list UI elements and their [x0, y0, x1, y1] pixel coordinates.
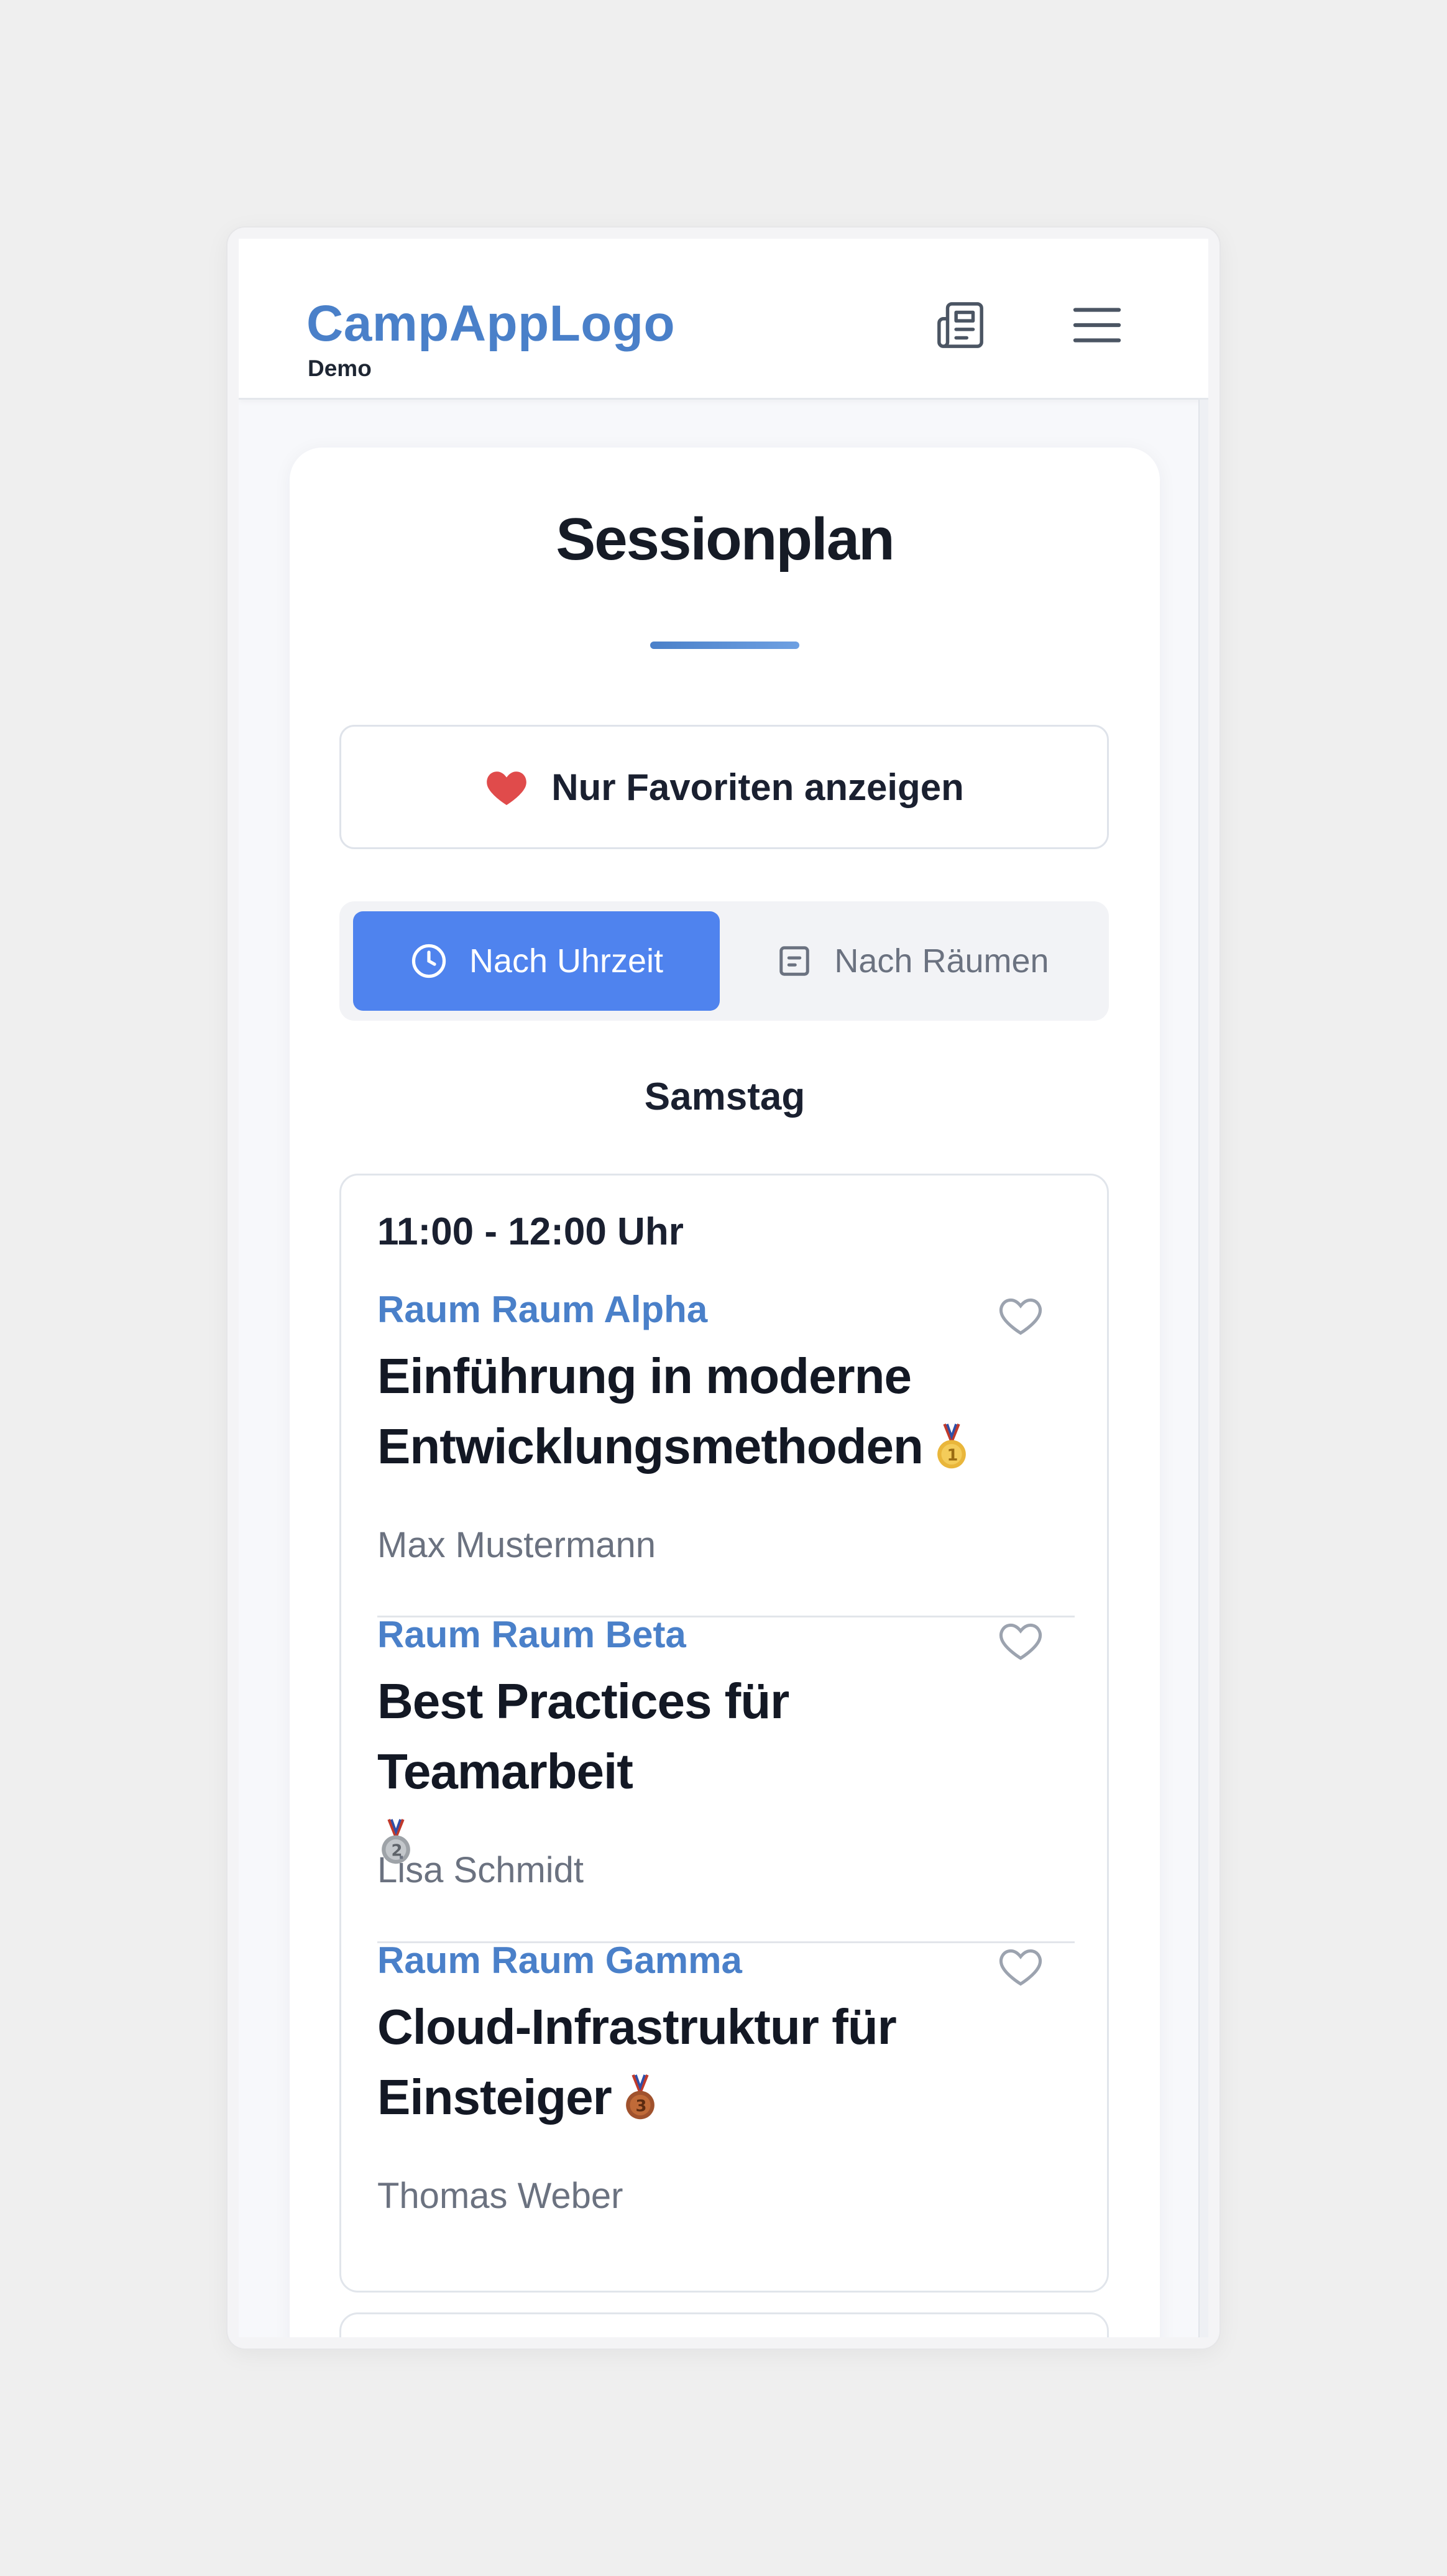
main-card: Sessionplan Nur Favoriten anzeigen Nach … [290, 448, 1160, 2337]
favorites-filter-button[interactable]: Nur Favoriten anzeigen [339, 725, 1109, 849]
time-slot: 11:00 - 12:00 Uhr Raum Raum Alpha Einfüh… [339, 1174, 1109, 2293]
session-room[interactable]: Raum Raum Beta [377, 1616, 686, 1654]
room-door-icon [779, 946, 810, 976]
day-heading: Samstag [644, 1075, 806, 1118]
session-speaker: Lisa Schmidt [377, 1850, 584, 1890]
session-title[interactable]: Cloud-Infrastruktur für Einsteiger 3 [377, 1992, 1049, 2132]
device-frame: CampAppLogo Demo Sessionplan Nur Favorit… [227, 228, 1220, 2348]
gold-medal-icon: 1 [937, 1424, 966, 1469]
view-toggle: Nach Uhrzeit Nach Räumen [339, 901, 1109, 1021]
session-room[interactable]: Raum Raum Gamma [377, 1942, 742, 1979]
news-button[interactable] [932, 297, 988, 353]
time-slot-label: 11:00 - 12:00 Uhr [377, 1210, 684, 1253]
heart-filled-icon [487, 771, 527, 806]
hamburger-menu-icon [1073, 308, 1121, 343]
time-slot-next [339, 2312, 1109, 2337]
session-title[interactable]: Einführung in moderne Entwicklungsmethod… [377, 1341, 1049, 1481]
svg-text:1: 1 [947, 1446, 957, 1465]
favorite-toggle[interactable] [993, 1938, 1049, 1994]
app-logo-subtitle: Demo [308, 356, 372, 381]
page-title: Sessionplan [556, 506, 895, 573]
app-screen: CampAppLogo Demo Sessionplan Nur Favorit… [239, 239, 1208, 2337]
favorites-filter-label: Nur Favoriten anzeigen [551, 766, 964, 808]
favorite-toggle[interactable] [993, 1612, 1049, 1668]
svg-text:3: 3 [635, 2097, 645, 2115]
session-room[interactable]: Raum Raum Alpha [377, 1291, 707, 1328]
scrollbar[interactable] [1198, 400, 1208, 2337]
toggle-by-room[interactable]: Nach Räumen [726, 911, 1099, 1011]
title-underline [650, 642, 799, 649]
top-bar: CampAppLogo Demo [239, 239, 1208, 400]
session-title-text: Einführung in moderne Entwicklungsmethod… [377, 1348, 924, 1474]
toggle-by-room-label: Nach Räumen [834, 942, 1049, 980]
session-speaker: Max Mustermann [377, 1525, 656, 1565]
toggle-by-time-label: Nach Uhrzeit [469, 942, 664, 980]
clock-icon [411, 944, 446, 978]
session-title[interactable]: Best Practices für Teamarbeit 2 [377, 1666, 1049, 1877]
heart-outline-icon [999, 1949, 1042, 1986]
newspaper-icon [937, 302, 983, 348]
heart-outline-icon [999, 1623, 1042, 1660]
session-speaker: Thomas Weber [377, 2176, 623, 2216]
menu-button[interactable] [1068, 297, 1126, 353]
favorite-toggle[interactable] [993, 1287, 1049, 1343]
heart-outline-icon [999, 1298, 1042, 1335]
toggle-by-time[interactable]: Nach Uhrzeit [353, 911, 720, 1011]
app-logo[interactable]: CampAppLogo [306, 298, 675, 349]
session-title-text: Best Practices für Teamarbeit [377, 1673, 789, 1799]
bronze-medal-icon: 3 [625, 2074, 655, 2120]
